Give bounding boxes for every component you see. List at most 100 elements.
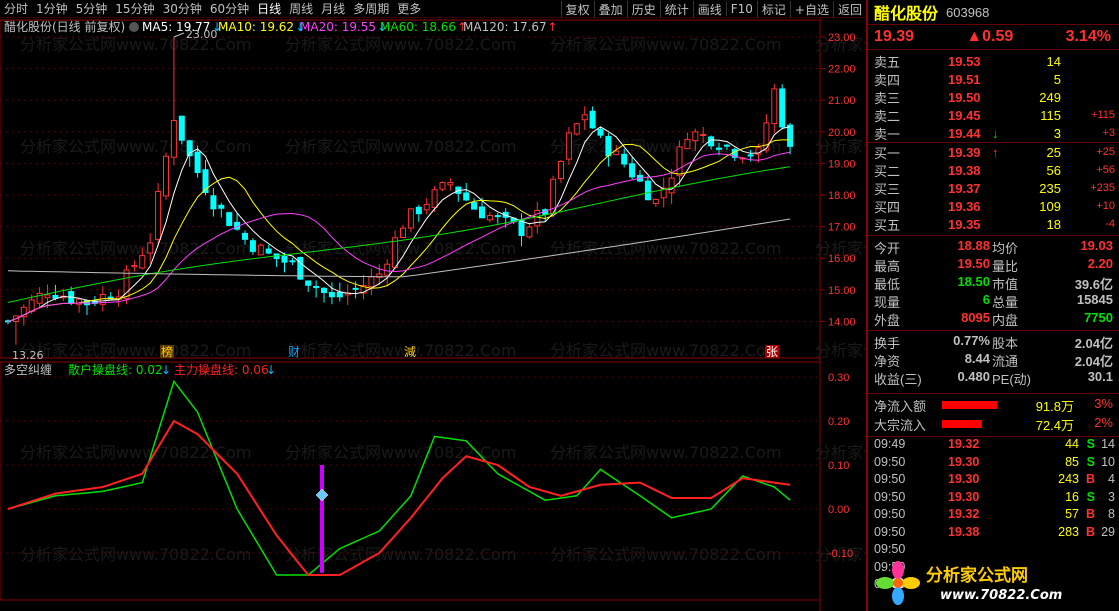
sell-label: 卖五 [874, 54, 901, 70]
tick-price: 19.32 [948, 437, 980, 451]
tick-row: 09:50 19.30 85 S 10 [868, 455, 1119, 473]
sell-label: 卖二 [874, 108, 901, 124]
watermark: 分析家公式网www.70822.Com [550, 239, 781, 258]
candle-body [621, 153, 628, 165]
candle-body [565, 132, 572, 160]
tab-timeframe[interactable]: 分时 [0, 0, 32, 17]
candle-body [368, 276, 375, 288]
buy-volume: 25 [1046, 144, 1061, 160]
stat-value: 0.77% [953, 333, 990, 348]
candle-body [644, 180, 651, 201]
tick-volume: 283 [1058, 524, 1079, 539]
flow-row: 净流入额 91.8万 3% [868, 396, 1119, 415]
candle-body [684, 138, 691, 150]
tab-timeframe[interactable]: 1分钟 [32, 0, 72, 17]
sub-title: 多空纠缠 [4, 362, 52, 377]
buy-label: 买四 [874, 199, 901, 215]
candle-body [597, 128, 604, 136]
toolbar-button[interactable]: 复权 [560, 0, 594, 18]
watermark: 分析家公式网www.70822.Com [285, 239, 516, 258]
stat-value: 30.1 [1087, 369, 1113, 384]
tab-timeframe[interactable]: 30分钟 [159, 0, 206, 17]
toolbar-button[interactable]: +自选 [789, 0, 833, 18]
flow-percent: 3% [1094, 396, 1113, 411]
timeframe-tabs: 分时 1分钟 5分钟 15分钟 30分钟 60分钟 日线 周线 月线 多周期 更多 [0, 0, 425, 17]
tab-timeframe[interactable]: 60分钟 [206, 0, 253, 17]
sell-price: 19.50 [948, 89, 981, 105]
event-label: 财 [288, 345, 300, 359]
stat-value: 2.04亿 [1074, 354, 1113, 369]
tick-time: 09:50 [874, 489, 906, 504]
stat-value: 15845 [1076, 292, 1113, 307]
candle-body [289, 260, 296, 263]
ma-legend: MA120: 17.67 [463, 20, 547, 34]
toolbar-button[interactable]: 返回 [832, 0, 866, 18]
buy-orderbook: 买一 19.39 25 ↑ +25 买二 19.38 56 +56 买三 19.37 235 +235 买… [868, 143, 1119, 233]
candle-body [494, 215, 501, 218]
main-title: 醋化股份(日线 前复权) [4, 19, 125, 34]
dropdown-icon [129, 22, 139, 32]
toolbar-button[interactable]: 历史 [626, 0, 660, 18]
tab-timeframe[interactable]: 5分钟 [72, 0, 112, 17]
candle-body [131, 264, 138, 268]
tab-timeframe[interactable]: 多周期 [349, 0, 393, 17]
sell-row: 卖四 19.51 5 [868, 70, 1119, 88]
candle-body [170, 120, 177, 158]
candle-body [194, 151, 201, 174]
candle-body [747, 154, 754, 157]
buy-change: +56 [1096, 164, 1115, 176]
kline-chart[interactable]: 分析家公式网www.70822.Com 分析家公式网www.70822.Com 分析… [0, 18, 866, 611]
flow-row: 大宗流入 72.4万 2% [868, 415, 1119, 434]
toolbar-button[interactable]: F10 [725, 2, 757, 16]
tick-side: B [1085, 472, 1095, 486]
stat-row: 最低 18.50 市值 39.6亿 [868, 274, 1119, 292]
stat-label: 流通 [992, 354, 1019, 369]
site-logo: 分析家公式网 www.70822.Com [876, 561, 1062, 605]
candle-body [573, 123, 580, 135]
candle-body [281, 255, 288, 263]
tab-timeframe[interactable]: 月线 [317, 0, 349, 17]
buy-label: 买二 [874, 163, 901, 179]
tick-time: 09:50 [874, 454, 906, 469]
stat-label: 内盘 [992, 313, 1019, 328]
stock-code: 603968 [946, 4, 990, 20]
candle-body [479, 206, 485, 219]
stat-label: 收益(三) [874, 372, 922, 387]
price-summary: 19.39 ▲0.59 3.14% [868, 24, 1119, 50]
stat-label: 最高 [874, 259, 901, 274]
tab-timeframe[interactable]: 更多 [393, 0, 425, 17]
buy-label: 买五 [874, 217, 901, 233]
osc-axis-label: 0.00 [828, 504, 849, 516]
stat-label: 换手 [874, 336, 901, 351]
low-label: 13.26 [12, 349, 44, 362]
price-change-percent: 3.14% [1065, 28, 1111, 45]
tab-timeframe[interactable]: 日线 [253, 0, 285, 17]
osc-axis-label: 0.30 [828, 372, 849, 384]
tick-side: B [1085, 507, 1095, 521]
tick-volume: 57 [1065, 507, 1079, 521]
candle-body [676, 146, 683, 177]
candle-body [613, 150, 620, 156]
toolbar-button[interactable]: 标记 [756, 0, 790, 18]
tab-timeframe[interactable]: 周线 [285, 0, 317, 17]
sell-label: 卖三 [874, 90, 901, 106]
candle-body [439, 181, 446, 190]
sell-row: 卖二 19.45 115 +115 [868, 106, 1119, 124]
watermark: 分析家公式网www.70822.Com [20, 239, 251, 258]
stat-value: 8095 [961, 310, 990, 325]
candle-body [652, 198, 659, 205]
stat-value: 2.04亿 [1074, 336, 1113, 351]
candle-body [605, 136, 612, 157]
price-axis-label: 18.00 [828, 190, 856, 202]
toolbar-button[interactable]: 画线 [692, 0, 726, 18]
stat-label: 最低 [874, 277, 901, 292]
toolbar-button[interactable]: 叠加 [593, 0, 627, 18]
candle-body [486, 214, 493, 221]
stat-label: 今开 [874, 241, 901, 256]
flow-value: 91.8万 [1035, 399, 1074, 414]
tab-timeframe[interactable]: 15分钟 [111, 0, 158, 17]
stat-label: 外盘 [874, 313, 901, 328]
toolbar-button[interactable]: 统计 [659, 0, 693, 18]
price-axis-label: 14.00 [828, 316, 856, 328]
flow-bar [942, 401, 997, 409]
